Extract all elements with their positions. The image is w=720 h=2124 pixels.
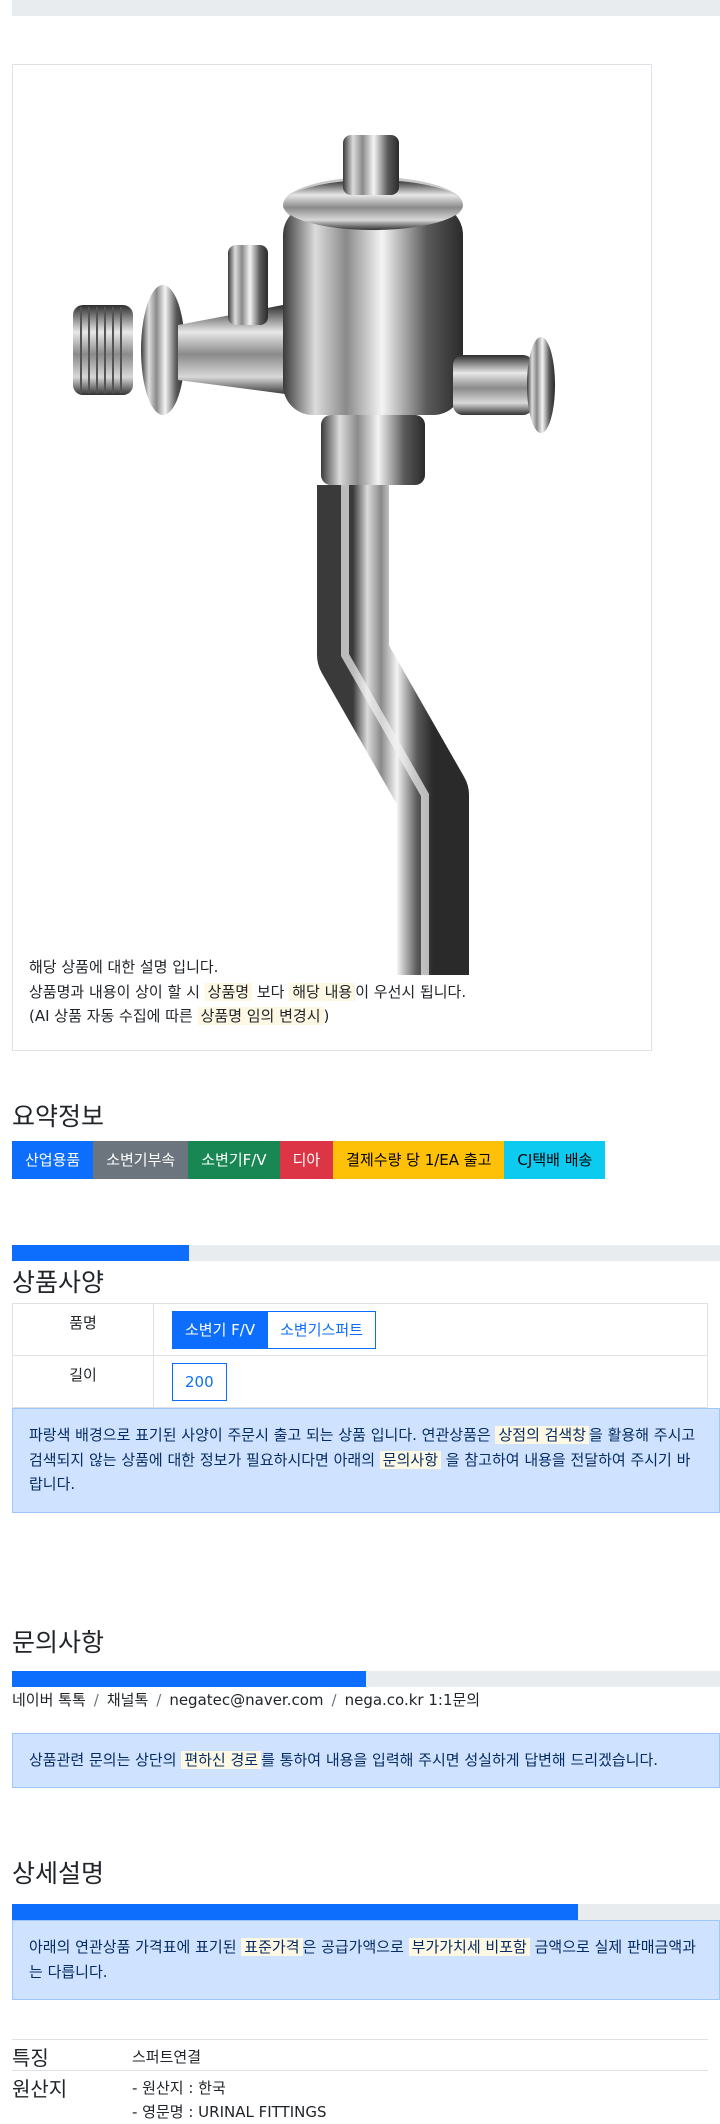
flush-valve-image: [53, 95, 613, 975]
spec-table: 품명 소변기 F/V소변기스퍼트 길이 200: [12, 1303, 708, 1408]
contact-separator: /: [94, 1691, 99, 1709]
attribute-value-line: 스퍼트연결: [132, 2046, 201, 2070]
spec-options-length: 200: [154, 1356, 708, 1408]
inquiry-section: 문의사항 네이버 톡톡 / 채널톡 / negatec@naver.com / nega.c…: [12, 1623, 720, 1789]
inquiry-notice: 상품관련 문의는 상단의 편하신 경로를 통하여 내용을 입력해 주시면 성실하…: [12, 1733, 720, 1789]
attribute-value: - 원산지 : 한국 - 영문명 : URINAL FITTINGS: [132, 2071, 327, 2124]
spec-label-name: 품명: [13, 1304, 154, 1356]
attribute-key: 원산지: [12, 2071, 132, 2124]
desc-line-2: 상품명과 내용이 상이 할 시 상품명 보다 해당 내용이 우선시 됩니다.: [29, 980, 466, 1005]
spec-progress-bar: [12, 1245, 720, 1261]
spec-options-name: 소변기 F/V소변기스퍼트: [154, 1304, 708, 1356]
spec-row-length: 길이 200: [13, 1356, 708, 1408]
notice-text: 파랑색 배경으로 표기된 사양이 주문시 출고 되는 상품 입니다. 연관상품은: [29, 1426, 491, 1444]
badge-brand: 디아: [280, 1141, 334, 1179]
inquiry-progress-bar: [12, 1671, 720, 1687]
desc-text: ): [324, 1007, 330, 1025]
attribute-value: 스퍼트연결: [132, 2040, 201, 2070]
notice-text: 아래의 연관상품 가격표에 표기된: [29, 1938, 237, 1956]
summary-section: 요약정보 산업용품 소변기부속 소변기F/V 디아 결제수량 당 1/EA 출고…: [12, 1097, 720, 1179]
badge-quantity: 결제수량 당 1/EA 출고: [333, 1141, 504, 1179]
highlight-inquiry: 문의사항: [380, 1451, 441, 1469]
contact-email[interactable]: negatec@naver.com: [169, 1691, 323, 1709]
spec-progress-fill: [12, 1245, 189, 1261]
attribute-row-origin: 원산지 - 원산지 : 한국 - 영문명 : URINAL FITTINGS: [12, 2070, 708, 2124]
highlight-standard-price: 표준가격: [241, 1938, 302, 1956]
summary-badges: 산업용품 소변기부속 소변기F/V 디아 결제수량 당 1/EA 출고 CJ택배…: [12, 1141, 720, 1179]
attribute-table: 특징 스퍼트연결 원산지 - 원산지 : 한국 - 영문명 : URINAL F…: [12, 2039, 708, 2124]
product-image-card: 해당 상품에 대한 설명 입니다. 상품명과 내용이 상이 할 시 상품명 보다…: [12, 64, 652, 1051]
option-length-200[interactable]: 200: [172, 1363, 227, 1401]
contact-channel-talk[interactable]: 채널톡: [107, 1691, 148, 1709]
notice-text: 상품관련 문의는 상단의: [29, 1751, 177, 1769]
contact-breadcrumb: 네이버 톡톡 / 채널톡 / negatec@naver.com / nega.co.kr …: [12, 1689, 720, 1711]
badge-product-type: 소변기F/V: [188, 1141, 279, 1179]
summary-title: 요약정보: [12, 1097, 720, 1133]
spec-label-length: 길이: [13, 1356, 154, 1408]
detail-progress-bar: [12, 1904, 720, 1920]
desc-text: (AI 상품 자동 수집에 따른: [29, 1007, 193, 1025]
detail-notice: 아래의 연관상품 가격표에 표기된 표준가격은 공급가액으로 부가가치세 비포함…: [12, 1920, 720, 2000]
desc-text: 보다: [257, 983, 285, 1001]
badge-shipping: CJ택배 배송: [504, 1141, 605, 1179]
product-description: 해당 상품에 대한 설명 입니다. 상품명과 내용이 상이 할 시 상품명 보다…: [29, 955, 466, 1029]
badge-subcategory: 소변기부속: [93, 1141, 188, 1179]
option-urinal-fv[interactable]: 소변기 F/V: [172, 1311, 268, 1349]
highlight-search: 상점의 검색창: [495, 1426, 589, 1444]
highlight-name-change: 상품명 임의 변경시: [198, 1007, 324, 1025]
notice-text: 를 통하여 내용을 입력해 주시면 성실하게 답변해 드리겠습니다.: [261, 1751, 658, 1769]
name-option-group: 소변기 F/V소변기스퍼트: [172, 1321, 375, 1339]
detail-progress-fill: [12, 1904, 578, 1920]
desc-line-3: (AI 상품 자동 수집에 따른 상품명 임의 변경시): [29, 1004, 466, 1029]
contact-separator: /: [156, 1691, 161, 1709]
spec-notice: 파랑색 배경으로 표기된 사양이 주문시 출고 되는 상품 입니다. 연관상품은…: [12, 1408, 720, 1513]
option-urinal-spud[interactable]: 소변기스퍼트: [267, 1311, 376, 1349]
detail-section: 상세설명 아래의 연관상품 가격표에 표기된 표준가격은 공급가액으로 부가가치…: [12, 1854, 720, 2124]
desc-line-1: 해당 상품에 대한 설명 입니다.: [29, 955, 466, 980]
desc-text: 이 우선시 됩니다.: [355, 983, 466, 1001]
spec-title: 상품사양: [12, 1263, 720, 1299]
notice-text: 은 공급가액으로: [303, 1938, 404, 1956]
attribute-value-line: - 영문명 : URINAL FITTINGS: [132, 2101, 327, 2124]
attribute-value-line: - 원산지 : 한국: [132, 2077, 327, 2101]
badge-category: 산업용품: [12, 1141, 93, 1179]
spec-section: 상품사양 품명 소변기 F/V소변기스퍼트 길이 200 파랑색 배경으로 표기…: [12, 1245, 720, 1513]
desc-text: 상품명과 내용이 상이 할 시: [29, 983, 200, 1001]
contact-naver-talk[interactable]: 네이버 톡톡: [12, 1691, 86, 1709]
attribute-key: 특징: [12, 2040, 132, 2070]
highlight-vat-excluded: 부가가치세 비포함: [409, 1938, 530, 1956]
attribute-row-feature: 특징 스퍼트연결: [12, 2039, 708, 2070]
highlight-channel: 편하신 경로: [181, 1751, 261, 1769]
highlight-content: 해당 내용: [289, 983, 355, 1001]
top-progress-bar: [12, 0, 720, 16]
contact-separator: /: [332, 1691, 337, 1709]
highlight-product-name: 상품명: [205, 983, 252, 1001]
spec-row-name: 품명 소변기 F/V소변기스퍼트: [13, 1304, 708, 1356]
detail-title: 상세설명: [12, 1854, 720, 1890]
inquiry-title: 문의사항: [12, 1623, 720, 1659]
contact-website-inquiry[interactable]: nega.co.kr 1:1문의: [345, 1691, 481, 1709]
inquiry-progress-fill: [12, 1671, 366, 1687]
